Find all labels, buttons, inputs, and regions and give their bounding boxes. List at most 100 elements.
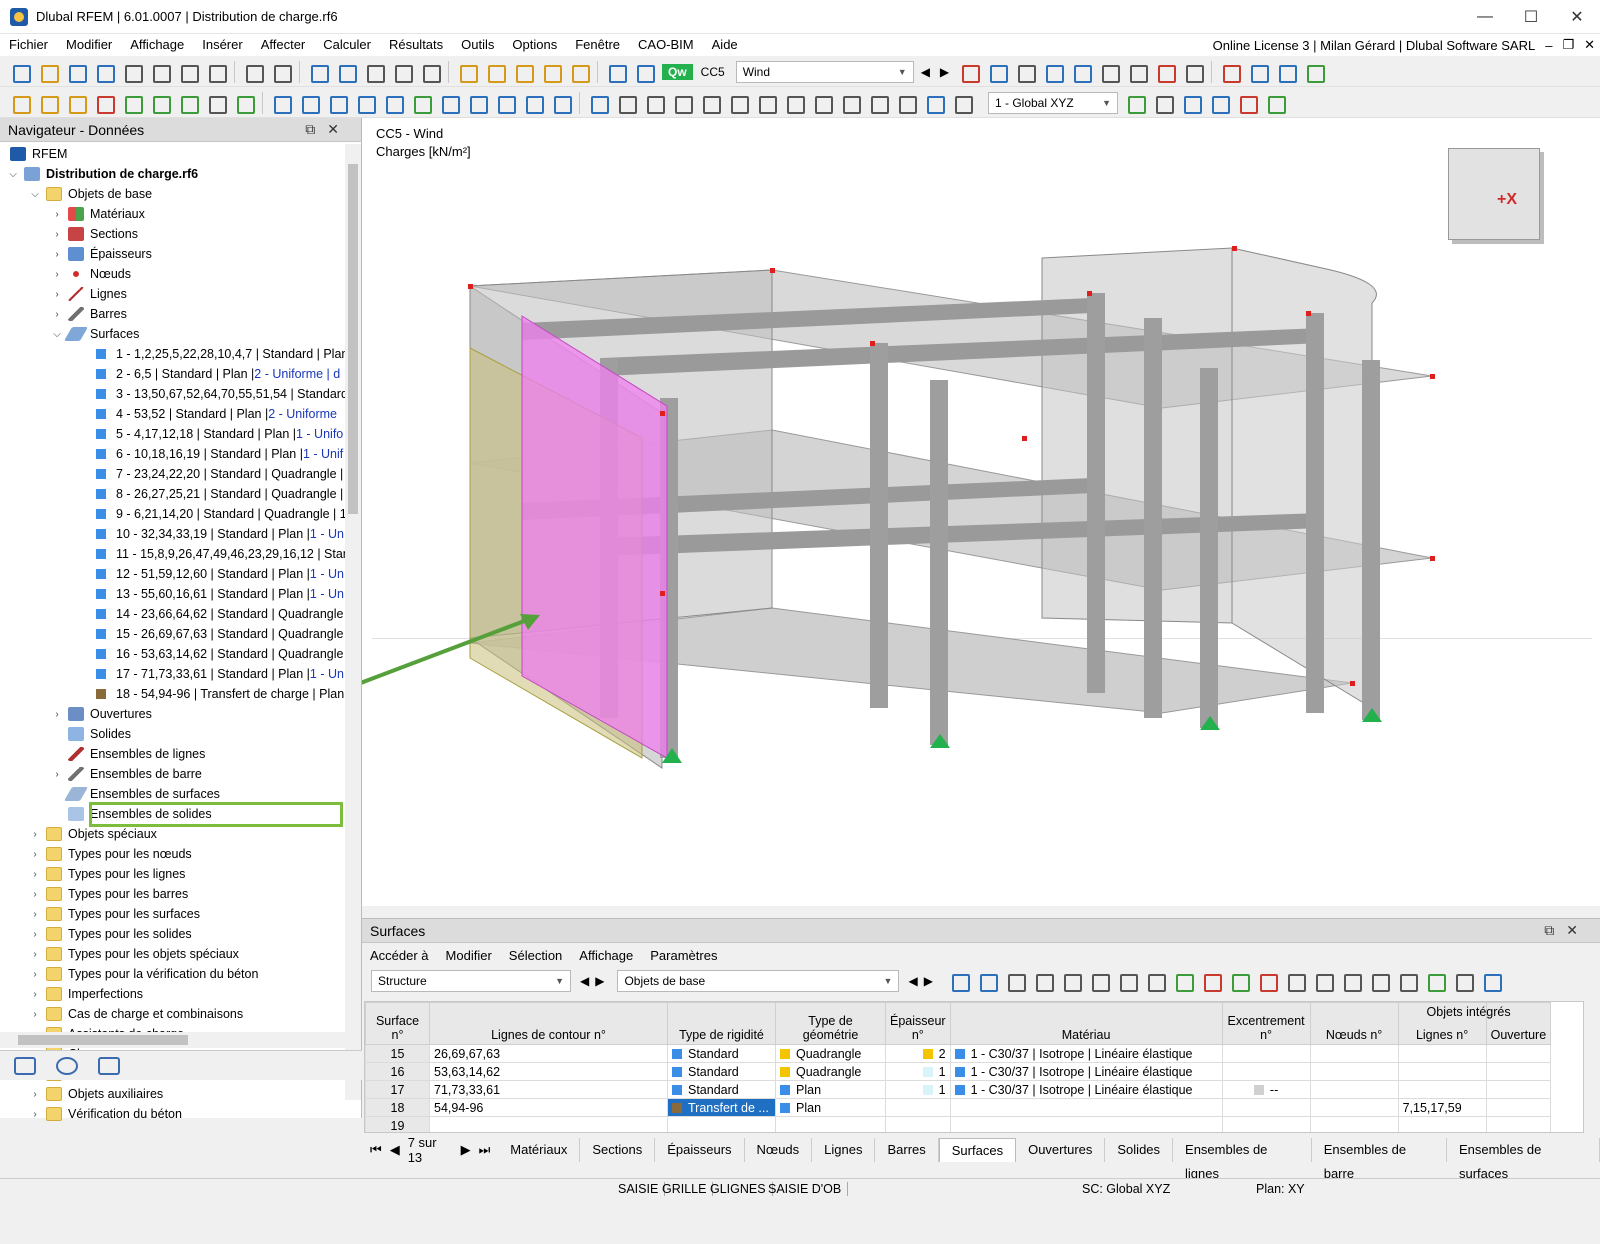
print-icon[interactable] xyxy=(177,61,199,83)
tree-item-surface[interactable]: 14 - 23,66,64,62 | Standard | Quadrangle xyxy=(0,604,346,624)
cell-material[interactable]: 1 - C30/37 | Isotrope | Linéaire élastiq… xyxy=(949,1080,1223,1099)
tree-item-solid-sets[interactable]: Ensembles de solides xyxy=(0,804,346,824)
data-tab-icon[interactable] xyxy=(14,1056,36,1075)
cell-material[interactable]: 1 - C30/37 | Isotrope | Linéaire élastiq… xyxy=(949,1044,1223,1063)
surface-support-icon[interactable] xyxy=(177,92,199,114)
tree-item-lines[interactable]: › Lignes xyxy=(0,284,346,304)
tree-folder[interactable]: › Types pour les surfaces xyxy=(0,904,346,924)
snow-load-icon[interactable] xyxy=(550,92,572,114)
tree-folder[interactable]: › Types pour les solides xyxy=(0,924,346,944)
cell-geometry[interactable]: Quadrangle xyxy=(775,1044,886,1063)
cell-geometry[interactable]: Plan xyxy=(775,1080,886,1099)
sheet-tab[interactable]: Surfaces xyxy=(938,1138,1017,1162)
align-center-icon[interactable] xyxy=(811,92,833,114)
cell-embedded-lines[interactable] xyxy=(1397,1044,1487,1063)
load-surface-icon[interactable] xyxy=(326,92,348,114)
formula-check-icon[interactable] xyxy=(1396,970,1418,992)
model-viewport[interactable]: CC5 - Wind Charges [kN/m²] +X xyxy=(362,118,1600,906)
prev-page-icon[interactable]: ◀ xyxy=(390,1142,400,1158)
coord-system-select[interactable]: 1 - Global XYZ ▼ xyxy=(988,91,1118,114)
table-menu-view[interactable]: Affichage xyxy=(579,948,633,963)
diagram-icon[interactable] xyxy=(1182,61,1205,83)
table-row[interactable]: 15 26,69,67,63 Standard Quadrangle 2 1 - C30/… xyxy=(365,1044,1552,1063)
tree-item-surface[interactable]: 13 - 55,60,16,61 | Standard | Plan | 1 -… xyxy=(0,584,346,604)
expand-icon[interactable]: › xyxy=(50,709,64,720)
tree-item-surface[interactable]: 17 - 71,73,33,61 | Standard | Plan | 1 -… xyxy=(0,664,346,684)
cell-surface-no[interactable]: 15 xyxy=(365,1044,430,1063)
cell-material[interactable] xyxy=(949,1098,1223,1117)
tree-item-member-sets[interactable]: › Ensembles de barre xyxy=(0,764,346,784)
snap-grid-icon[interactable] xyxy=(1152,92,1174,114)
solid-icon[interactable] xyxy=(1275,61,1298,83)
prev-load-case-icon[interactable]: ◀ xyxy=(921,65,930,79)
cell-eccentricity[interactable] xyxy=(1221,1098,1311,1117)
expand-icon[interactable]: › xyxy=(28,949,42,960)
add-icon[interactable] xyxy=(1060,970,1082,992)
scrollbar-thumb[interactable] xyxy=(18,1035,188,1045)
section-icon[interactable] xyxy=(1154,61,1177,83)
menu-aide[interactable]: Aide xyxy=(703,34,747,56)
select-icon[interactable] xyxy=(948,970,970,992)
collapse-icon[interactable]: ⌵ xyxy=(50,329,64,340)
axes-icon[interactable] xyxy=(1303,61,1326,83)
first-page-icon[interactable]: ⏮ xyxy=(370,1142,382,1158)
cell-thickness[interactable] xyxy=(885,1098,951,1117)
tree-item-sections[interactable]: › Sections xyxy=(0,224,346,244)
cell-eccentricity[interactable] xyxy=(1221,1116,1311,1132)
free-load-icon[interactable] xyxy=(466,92,488,114)
snap-object-icon[interactable] xyxy=(1208,92,1230,114)
console-icon[interactable] xyxy=(391,61,413,83)
sheet-tab[interactable]: Ensembles de surfaces xyxy=(1447,1138,1600,1181)
cell-geometry[interactable]: Plan xyxy=(775,1098,886,1117)
menu-fenetre[interactable]: Fenêtre xyxy=(566,34,629,56)
deformed-icon[interactable] xyxy=(643,92,665,114)
excel-icon[interactable] xyxy=(1424,970,1446,992)
tree-item-materials[interactable]: › Matériaux xyxy=(0,204,346,224)
tree-root[interactable]: RFEM xyxy=(0,144,346,164)
cell-eccentricity[interactable] xyxy=(1221,1044,1311,1063)
cell-stiffness[interactable]: Standard xyxy=(667,1062,776,1081)
delete-row-icon[interactable] xyxy=(1144,970,1166,992)
cell-material[interactable] xyxy=(949,1116,1223,1132)
tree-folder[interactable]: › Objets auxiliaires xyxy=(0,1084,346,1104)
expand-icon[interactable]: › xyxy=(50,249,64,260)
table-menu-edit[interactable]: Modifier xyxy=(446,948,492,963)
expand-icon[interactable]: › xyxy=(28,869,42,880)
next-load-case-icon[interactable]: ▶ xyxy=(940,65,949,79)
expand-icon[interactable]: › xyxy=(28,989,42,1000)
expand-icon[interactable]: › xyxy=(28,1009,42,1020)
cell-contour-lines[interactable]: 26,69,67,63 xyxy=(429,1044,668,1063)
model-view-icon[interactable] xyxy=(615,92,637,114)
sheet-tab[interactable]: Nœuds xyxy=(745,1138,813,1162)
load-cases-icon[interactable] xyxy=(605,61,627,83)
tree-item-surface[interactable]: 12 - 51,59,12,60 | Standard | Plan | 1 -… xyxy=(0,564,346,584)
views-tab-icon[interactable] xyxy=(98,1056,120,1075)
table-row[interactable]: 17 71,73,33,61 Standard Plan 1 1 - C30/37 | I… xyxy=(365,1080,1552,1099)
scale-icon[interactable] xyxy=(923,92,945,114)
table-menu-goto[interactable]: Accéder à xyxy=(370,948,429,963)
cell-surface-no[interactable]: 18 xyxy=(365,1098,430,1117)
cell-embedded-lines[interactable]: 7,15,17,59 xyxy=(1397,1098,1487,1117)
expand-icon[interactable]: › xyxy=(50,769,64,780)
result-type-icon[interactable] xyxy=(1098,61,1121,83)
display-tab-icon[interactable] xyxy=(56,1056,78,1075)
share-icon[interactable] xyxy=(93,61,115,83)
insert-row-icon[interactable] xyxy=(1032,970,1054,992)
script-icon[interactable] xyxy=(419,61,441,83)
load-solid-icon[interactable] xyxy=(354,92,376,114)
view-cube[interactable]: +X xyxy=(1448,148,1540,240)
col-header-eccentricity[interactable]: Excentrement n° xyxy=(1221,1002,1311,1045)
mirror-icon[interactable] xyxy=(867,92,889,114)
col-header-contour[interactable]: Lignes de contour n° xyxy=(429,1002,668,1045)
redo-icon[interactable] xyxy=(270,61,292,83)
dimension-icon[interactable] xyxy=(568,61,590,83)
tree-folder[interactable]: › Types pour la vérification du béton xyxy=(0,964,346,984)
tree-item-surface-sets[interactable]: Ensembles de surfaces xyxy=(0,784,346,804)
cell-surface-no[interactable]: 19 xyxy=(365,1116,430,1132)
cell-stiffness[interactable]: Standard xyxy=(667,1080,776,1099)
tree-item-members[interactable]: › Barres xyxy=(0,304,346,324)
delete-icon[interactable] xyxy=(1219,61,1242,83)
cube-view-icon[interactable] xyxy=(699,92,721,114)
dimension-line-icon[interactable] xyxy=(205,92,227,114)
last-page-icon[interactable]: ⏭ xyxy=(479,1142,491,1158)
